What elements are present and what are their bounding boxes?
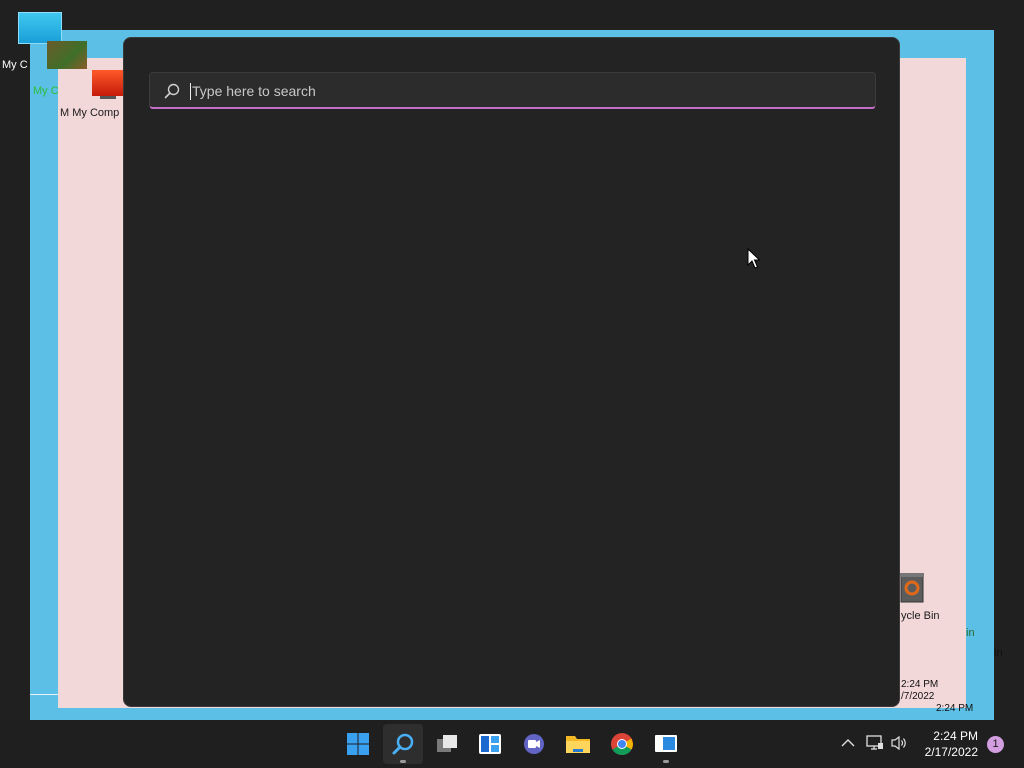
monitor-icon[interactable] bbox=[18, 12, 62, 44]
search-panel bbox=[123, 37, 900, 707]
taskbar bbox=[0, 720, 1024, 768]
desktop-icon-label: in bbox=[966, 627, 975, 639]
chevron-up-icon[interactable] bbox=[841, 738, 855, 748]
folder-icon bbox=[566, 736, 590, 753]
search-icon bbox=[392, 733, 414, 755]
task-view-icon bbox=[437, 735, 457, 752]
desktop-background-strip bbox=[30, 694, 58, 721]
recycle-bin-icon[interactable] bbox=[897, 571, 925, 603]
start-button[interactable] bbox=[338, 724, 378, 764]
clock-time: 2:24 PM bbox=[933, 729, 978, 743]
chrome-icon bbox=[611, 733, 633, 755]
nested-clock-time-2: 2:24 PM bbox=[936, 703, 974, 714]
volume-icon[interactable] bbox=[891, 735, 909, 751]
widgets-icon bbox=[479, 734, 501, 754]
mouse-cursor-icon bbox=[747, 248, 761, 269]
chrome-button[interactable] bbox=[602, 724, 642, 764]
remote-desktop-icon bbox=[655, 735, 677, 752]
active-indicator bbox=[400, 760, 406, 763]
nested-clock-time: 2:24 PM bbox=[901, 679, 939, 690]
monitor-stand-icon bbox=[100, 96, 116, 99]
search-input[interactable] bbox=[192, 77, 862, 105]
search-box[interactable] bbox=[149, 72, 876, 109]
desktop-icon-label: in bbox=[994, 647, 1003, 659]
running-indicator bbox=[663, 760, 669, 763]
teams-chat-button[interactable] bbox=[514, 724, 554, 764]
remote-desktop-button[interactable] bbox=[646, 724, 686, 764]
taskbar-clock[interactable]: 2:24 PM 2/17/2022 bbox=[916, 728, 978, 760]
teams-icon bbox=[524, 734, 544, 754]
nested-clock-date: /7/2022 bbox=[901, 691, 935, 702]
notification-badge[interactable]: 1 bbox=[987, 736, 1004, 753]
search-icon bbox=[164, 83, 180, 99]
widgets-button[interactable] bbox=[470, 724, 510, 764]
clock-date: 2/17/2022 bbox=[924, 745, 978, 759]
monitor-icon[interactable] bbox=[92, 70, 124, 96]
text-caret bbox=[190, 83, 191, 100]
search-button[interactable] bbox=[383, 724, 423, 764]
desktop-icon-label: My C bbox=[33, 85, 59, 97]
task-view-button[interactable] bbox=[427, 724, 467, 764]
monitor-icon[interactable] bbox=[47, 41, 87, 69]
desktop-icon-label: ycle Bin bbox=[901, 610, 940, 622]
desktop-icon-label: M My Comp bbox=[60, 107, 120, 119]
file-explorer-button[interactable] bbox=[558, 724, 598, 764]
desktop-icon-label: My C bbox=[2, 59, 28, 71]
network-icon[interactable] bbox=[866, 735, 884, 751]
windows-logo-icon bbox=[347, 733, 369, 755]
